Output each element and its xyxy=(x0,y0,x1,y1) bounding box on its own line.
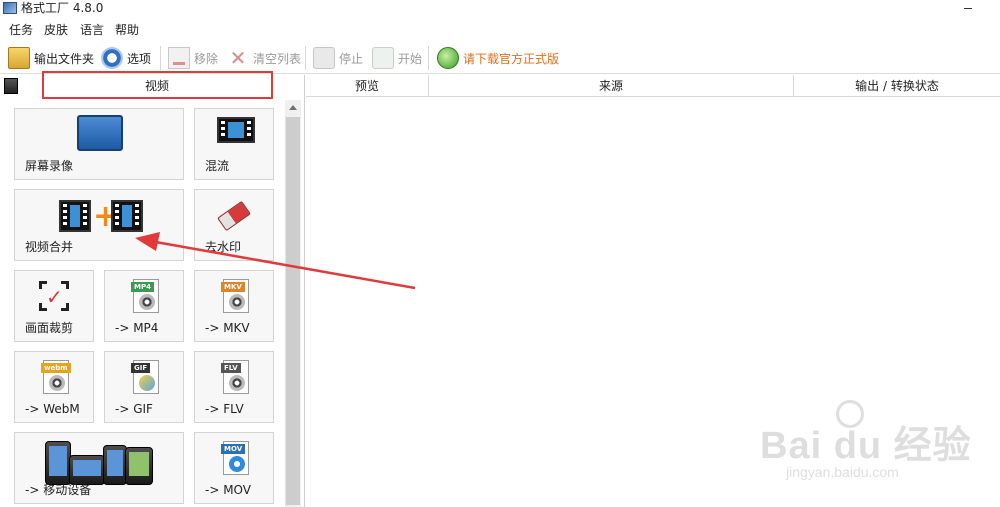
tool-label: -> MKV xyxy=(205,321,250,335)
options-label: 选项 xyxy=(127,51,152,66)
stop-button[interactable]: 停止 xyxy=(313,46,363,70)
globe-search-icon xyxy=(437,47,459,69)
start-label: 开始 xyxy=(398,51,423,66)
toolbar-divider xyxy=(428,46,429,70)
webm-file-icon: webm xyxy=(41,360,71,394)
tool-label: 去水印 xyxy=(205,240,242,254)
annotation-highlight-box xyxy=(42,71,273,99)
stop-icon xyxy=(313,47,335,69)
menu-language[interactable]: 语言 xyxy=(80,22,104,38)
film-icon xyxy=(111,200,143,232)
clear-list-label: 清空列表 xyxy=(253,51,302,66)
toolbar-divider xyxy=(305,46,306,70)
download-official-label: 请下载官方正式版 xyxy=(463,51,560,66)
eraser-icon xyxy=(217,200,251,232)
tool-label: -> GIF xyxy=(115,402,153,416)
remove-label: 移除 xyxy=(194,51,219,66)
toolbar: 输出文件夹 选项 移除 ✕ 清空列表 停止 开始 请下载官方正式版 xyxy=(0,42,1000,74)
toolbar-divider xyxy=(160,46,161,70)
tool-label: -> MOV xyxy=(205,483,251,497)
tool-to-webm[interactable]: webm -> WebM xyxy=(14,351,94,423)
tool-to-mov[interactable]: MOV -> MOV xyxy=(194,432,274,504)
tool-label: -> 移动设备 xyxy=(25,483,92,497)
crop-icon: ✓ xyxy=(39,281,69,311)
tool-remove-watermark[interactable]: 去水印 xyxy=(194,189,274,261)
tool-mobile-device[interactable]: -> 移动设备 xyxy=(14,432,184,504)
mkv-file-icon: MKV xyxy=(221,279,249,313)
clear-list-button[interactable]: ✕ 清空列表 xyxy=(227,46,301,70)
menu-help[interactable]: 帮助 xyxy=(115,22,139,38)
remove-doc-icon xyxy=(168,47,190,69)
tool-label: -> WebM xyxy=(25,402,80,416)
folder-icon xyxy=(8,47,30,69)
window-title: 格式工厂 4.8.0 xyxy=(21,1,104,15)
mp4-file-icon: MP4 xyxy=(131,279,159,313)
menu-task[interactable]: 任务 xyxy=(9,22,33,38)
column-header-source[interactable]: 来源 xyxy=(429,75,794,97)
column-header-preview[interactable]: 预览 xyxy=(306,75,429,97)
tool-label: 画面裁剪 xyxy=(25,321,74,335)
gear-icon xyxy=(101,47,123,69)
tool-video-merge[interactable]: + 视频合并 xyxy=(14,189,184,261)
output-folder-label: 输出文件夹 xyxy=(34,51,95,66)
title-bar: 格式工厂 4.8.0 xyxy=(0,0,1000,18)
screen-record-icon xyxy=(77,115,123,151)
tool-to-flv[interactable]: FLV -> FLV xyxy=(194,351,274,423)
tool-label: 屏幕录像 xyxy=(25,159,74,173)
play-icon xyxy=(372,47,394,69)
column-header-output-status[interactable]: 输出 / 转换状态 xyxy=(794,75,1000,97)
options-button[interactable]: 选项 xyxy=(101,46,151,70)
tool-label: 混流 xyxy=(205,159,230,173)
tool-label: -> FLV xyxy=(205,402,244,416)
tool-label: -> MP4 xyxy=(115,321,159,335)
minimize-button[interactable] xyxy=(962,0,976,16)
scrollbar-thumb[interactable] xyxy=(286,117,300,505)
output-folder-button[interactable]: 输出文件夹 xyxy=(8,46,94,70)
film-category-icon xyxy=(4,78,18,94)
start-button[interactable]: 开始 xyxy=(372,46,422,70)
remove-button[interactable]: 移除 xyxy=(168,46,218,70)
tool-screen-record[interactable]: 屏幕录像 xyxy=(14,108,184,180)
watermark-url: jingyan.baidu.com xyxy=(786,464,899,480)
gif-file-icon: GIF xyxy=(131,360,159,394)
stop-label: 停止 xyxy=(339,51,364,66)
menu-bar: 任务 皮肤 语言 帮助 xyxy=(0,19,1000,41)
tool-to-gif[interactable]: GIF -> GIF xyxy=(104,351,184,423)
close-icon: ✕ xyxy=(229,46,247,70)
tool-to-mkv[interactable]: MKV -> MKV xyxy=(194,270,274,342)
mobile-devices-icon xyxy=(45,439,155,485)
download-official-link[interactable]: 请下载官方正式版 xyxy=(437,46,559,70)
tool-label: 视频合并 xyxy=(25,240,74,254)
scroll-up-arrow-icon[interactable] xyxy=(285,100,301,116)
menu-skin[interactable]: 皮肤 xyxy=(44,22,68,38)
baidu-jingyan-watermark: Bai du 经验 jingyan.baidu.com xyxy=(760,400,980,490)
mux-film-icon xyxy=(217,117,255,143)
film-icon xyxy=(59,200,91,232)
mov-file-icon: MOV xyxy=(221,441,249,475)
flv-file-icon: FLV xyxy=(221,360,249,394)
watermark-main-text: Bai du 经验 xyxy=(760,425,972,467)
tool-mux[interactable]: 混流 xyxy=(194,108,274,180)
tool-to-mp4[interactable]: MP4 -> MP4 xyxy=(104,270,184,342)
app-icon xyxy=(3,2,17,14)
tool-crop[interactable]: ✓ 画面裁剪 xyxy=(14,270,94,342)
